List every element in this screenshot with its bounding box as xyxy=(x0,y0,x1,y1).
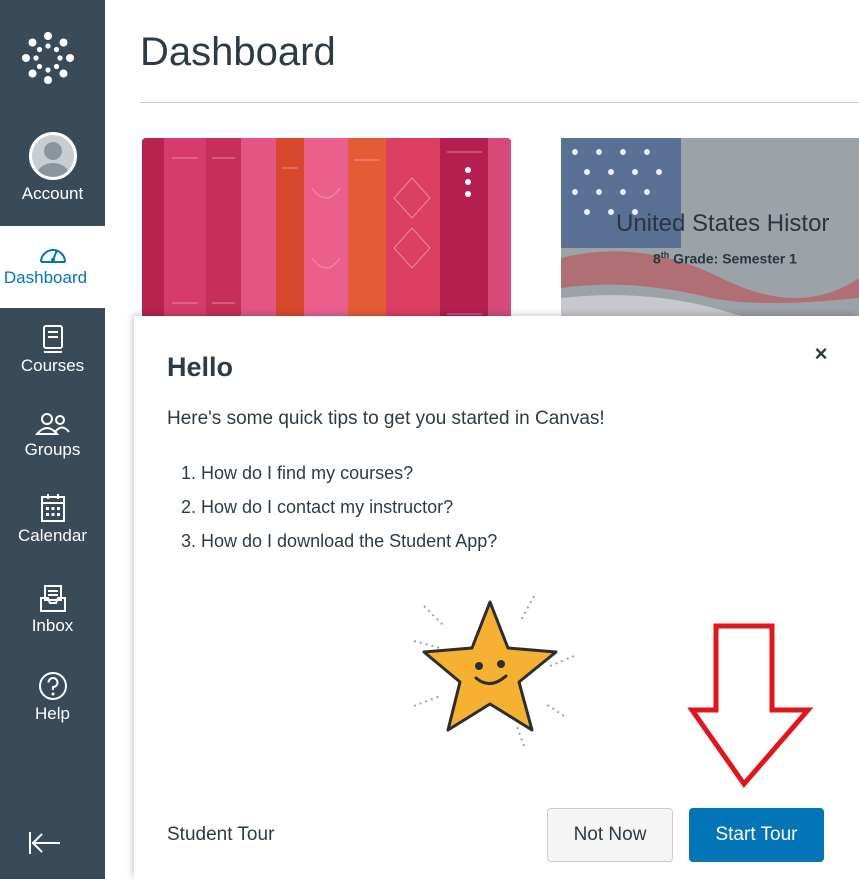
help-icon xyxy=(38,672,67,700)
course-card-1[interactable] xyxy=(142,138,511,328)
groups-icon xyxy=(34,413,70,435)
avatar-icon xyxy=(28,132,77,180)
welcome-tour-modal: Hello × Here's some quick tips to get yo… xyxy=(134,316,859,879)
nav-item-label: Account xyxy=(21,184,84,203)
subtitle-number: 8 xyxy=(653,250,661,267)
course-card-subtitle: 8th Grade: Semester 1 xyxy=(653,250,797,267)
nav-item-calendar[interactable]: Calendar xyxy=(0,492,105,558)
collapse-nav-icon[interactable] xyxy=(24,826,64,860)
nav-item-groups[interactable]: Groups xyxy=(0,412,105,474)
subtitle-rest: Grade: Semester 1 xyxy=(669,250,797,267)
nav-item-label: Dashboard xyxy=(3,268,88,287)
student-tour-label: Student Tour xyxy=(167,824,275,845)
nav-item-inbox[interactable]: Inbox xyxy=(0,584,105,646)
canvas-logo-icon[interactable] xyxy=(20,30,76,86)
nav-item-label: Help xyxy=(35,704,70,723)
card-options-icon[interactable] xyxy=(463,165,473,199)
nav-item-label: Groups xyxy=(24,440,81,459)
nav-item-label: Courses xyxy=(20,356,85,375)
calendar-icon xyxy=(40,494,65,522)
tip-item[interactable]: 3. How do I download the Student App? xyxy=(181,524,497,558)
nav-item-label: Calendar xyxy=(18,526,87,545)
tips-list: 1. How do I find my courses? 2. How do I… xyxy=(181,456,497,558)
dashboard-icon xyxy=(39,249,66,263)
nav-item-account[interactable]: Account xyxy=(0,132,105,212)
tip-item[interactable]: 1. How do I find my courses? xyxy=(181,456,497,490)
nav-item-label: Inbox xyxy=(31,616,74,635)
star-mascot-icon xyxy=(413,595,575,747)
inbox-icon xyxy=(39,585,66,612)
nav-item-courses[interactable]: Courses xyxy=(0,324,105,386)
nav-item-help[interactable]: Help xyxy=(0,670,105,736)
page-title: Dashboard xyxy=(140,30,336,74)
red-arrow-annotation xyxy=(687,623,814,789)
nav-item-dashboard[interactable]: Dashboard xyxy=(0,226,105,308)
courses-icon xyxy=(42,325,63,353)
course-card-title: United States Histor xyxy=(616,210,830,237)
course-card-image xyxy=(142,138,511,328)
start-tour-button[interactable]: Start Tour xyxy=(689,808,824,862)
course-card-2[interactable]: United States Histor 8th Grade: Semester… xyxy=(561,138,859,328)
global-nav: Account Dashboard Courses Groups Calenda… xyxy=(0,0,105,879)
modal-title: Hello xyxy=(167,352,234,382)
close-icon[interactable]: × xyxy=(809,342,833,366)
modal-intro-text: Here's some quick tips to get you starte… xyxy=(167,408,605,429)
not-now-button[interactable]: Not Now xyxy=(547,808,673,862)
tip-item[interactable]: 2. How do I contact my instructor? xyxy=(181,490,497,524)
header-divider xyxy=(140,102,859,103)
